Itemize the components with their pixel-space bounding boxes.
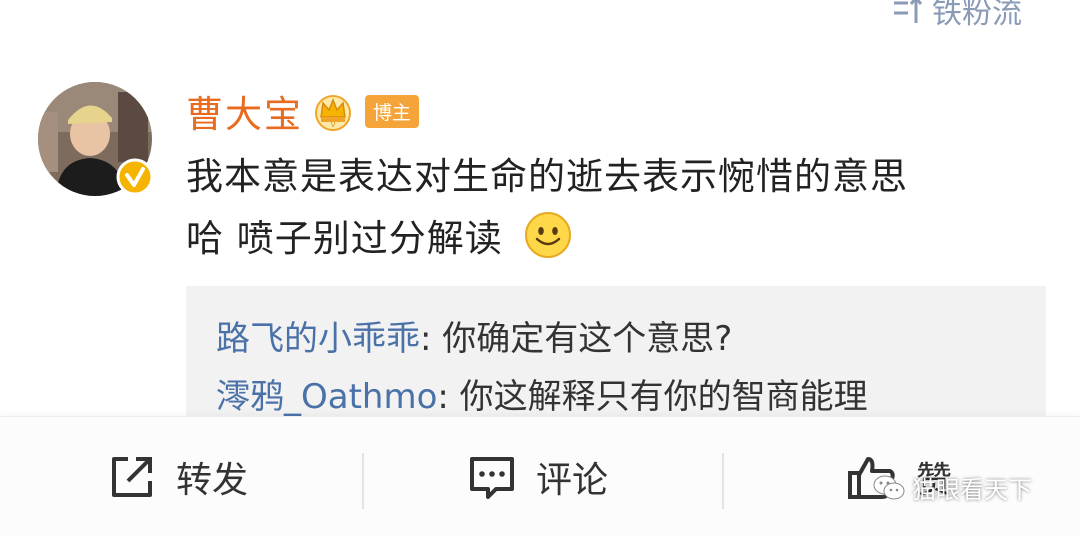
repost-icon [112,457,152,497]
post-text-line2: 哈 喷子别过分解读 [186,217,503,260]
post-content: 我本意是表达对生命的逝去表示惋惜的意思 哈 喷子别过分解读 [186,146,1046,270]
follow-fans-link[interactable]: 铁粉流 [890,0,1022,32]
crown-icon: V [315,95,351,131]
svg-text:V: V [331,121,336,129]
post-author-row: 曹大宝 V 博主 [186,84,420,138]
comment-label: 评论 [536,460,609,501]
reply-username[interactable]: 澪鸦_Oathmo [216,377,437,417]
repost-button[interactable]: 转发 [106,417,248,536]
blogger-badge: 博主 [365,94,420,128]
reply-text: : 你确定有这个意思? [420,319,733,359]
reply-preview-box[interactable]: 路飞的小乖乖: 你确定有这个意思? 澪鸦_Oathmo: 你这解释只有你的智商能… [186,286,1046,436]
divider [722,453,724,509]
username[interactable]: 曹大宝 [186,84,303,138]
comment-icon [470,457,514,499]
post-text-line2-wrap: 哈 喷子别过分解读 [186,208,1046,270]
post-text-line1: 我本意是表达对生命的逝去表示惋惜的意思 [186,155,908,198]
verified-icon [116,158,154,196]
reply-item[interactable]: 路飞的小乖乖: 你确定有这个意思? [216,310,1046,368]
comment-button[interactable]: 评论 [466,417,608,536]
watermark-text: 猫眼看天下 [912,476,1032,504]
smile-emoji-icon [524,212,571,258]
reply-username[interactable]: 路飞的小乖乖 [216,319,420,359]
reply-text: : 你这解释只有你的智商能理 [437,377,868,417]
follow-fans-label: 铁粉流 [932,0,1022,31]
wechat-logo-icon [873,475,905,499]
sort-icon [894,0,923,23]
watermark: 猫眼看天下 [872,470,1032,505]
divider [362,453,364,509]
repost-label: 转发 [176,460,249,501]
